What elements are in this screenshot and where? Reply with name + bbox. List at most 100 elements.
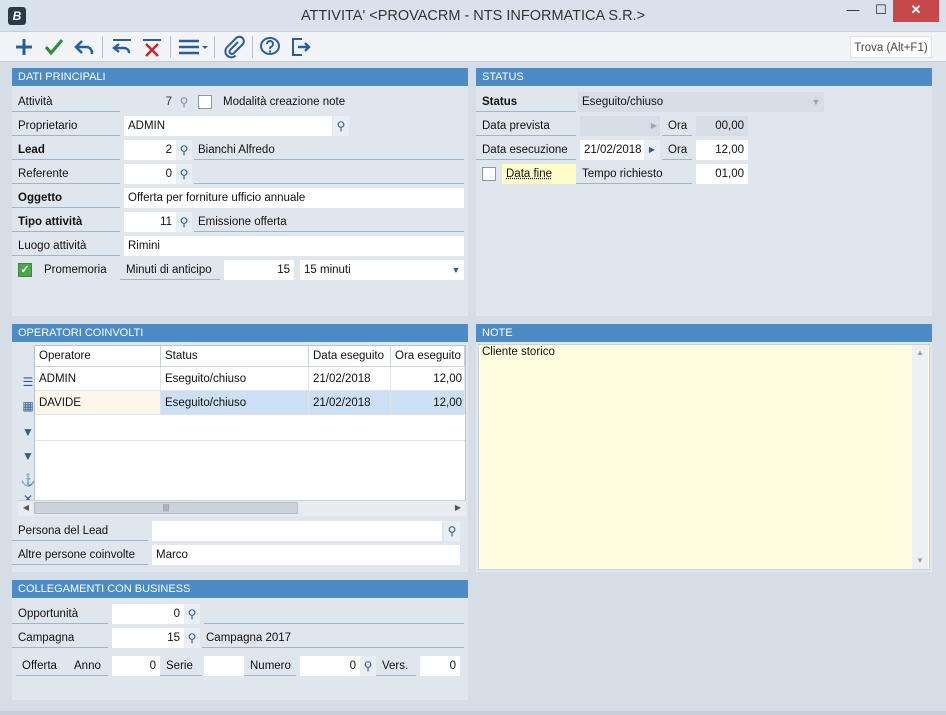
- data-esecuzione-field[interactable]: 21/02/2018: [580, 140, 644, 160]
- opportunita-desc-line: [204, 623, 464, 624]
- campagna-desc: Campagna 2017: [202, 628, 464, 648]
- minuti-select[interactable]: 15 minuti: [300, 260, 464, 280]
- minuti-field[interactable]: 15: [224, 260, 294, 280]
- numero-field[interactable]: 0: [300, 656, 360, 676]
- opportunita-label: Opportunità: [12, 604, 108, 624]
- empty-row-line: [35, 440, 465, 441]
- plus-icon[interactable]: [12, 35, 36, 59]
- attivita-field: 7: [124, 92, 176, 112]
- column-header-data-eseguito[interactable]: Data eseguito: [309, 346, 391, 367]
- minuti-label: Minuti di anticipo: [120, 260, 220, 280]
- window-title: ATTIVITA' <PROVACRM - NTS INFORMATICA S.…: [300, 8, 646, 24]
- tipo-attivita-search-icon[interactable]: ⚲: [176, 212, 192, 232]
- undo-icon[interactable]: [110, 35, 134, 59]
- dati-principali-header: DATI PRINCIPALI: [12, 68, 468, 86]
- check-icon[interactable]: [42, 35, 66, 59]
- cell-status: Eseguito/chiuso: [161, 391, 309, 415]
- attachment-icon[interactable]: [222, 35, 246, 59]
- scrollbar-thumb[interactable]: |||: [34, 502, 298, 514]
- campagna-field[interactable]: 15: [112, 628, 184, 648]
- scroll-right-icon[interactable]: ▶: [452, 501, 464, 515]
- persona-lead-field[interactable]: [152, 521, 442, 541]
- luogo-field[interactable]: Rimini: [124, 236, 464, 256]
- modalita-checkbox[interactable]: [198, 95, 212, 109]
- column-header-ora-eseguito[interactable]: Ora eseguito: [391, 346, 465, 367]
- tipo-attivita-label: Tipo attività: [12, 212, 120, 232]
- exit-icon[interactable]: [288, 35, 312, 59]
- attivita-label: Attività: [12, 92, 120, 112]
- scroll-down-icon[interactable]: ▼: [912, 554, 928, 568]
- cell-data-eseguito: 21/02/2018: [309, 391, 391, 415]
- back-arrow-icon[interactable]: [72, 35, 96, 59]
- promemoria-checkbox[interactable]: ✓: [18, 263, 32, 277]
- vers-label: Vers.: [376, 656, 416, 676]
- lead-field[interactable]: 2: [124, 140, 176, 160]
- oggetto-field[interactable]: Offerta per forniture ufficio annuale: [124, 188, 464, 208]
- status-label: Status: [476, 92, 576, 112]
- referente-name-line: [194, 183, 464, 184]
- vers-field[interactable]: 0: [420, 656, 460, 676]
- anno-field[interactable]: 0: [112, 656, 160, 676]
- find-button[interactable]: Trova (Alt+F1): [850, 36, 932, 58]
- scroll-up-icon[interactable]: ▲: [912, 346, 928, 360]
- proprietario-search-icon[interactable]: ⚲: [333, 116, 349, 136]
- data-fine-label: Data fine: [502, 164, 576, 184]
- tipo-attivita-desc: Emissione offerta: [194, 212, 464, 232]
- ora-prevista-label: Ora: [662, 116, 692, 136]
- lead-name: Bianchi Alfredo: [194, 140, 464, 160]
- cell-ora-eseguito: 12,00: [391, 367, 465, 391]
- ora-esecuzione-label: Ora: [662, 140, 692, 160]
- cell-data-eseguito: 21/02/2018: [309, 367, 391, 391]
- menu-icon[interactable]: [176, 35, 210, 59]
- scroll-left-icon[interactable]: ◀: [20, 501, 32, 515]
- column-header-operatore[interactable]: Operatore: [35, 346, 161, 367]
- chevron-down-icon[interactable]: ▼: [448, 260, 464, 280]
- chevron-down-icon[interactable]: ▼: [808, 92, 824, 112]
- close-button[interactable]: ✕: [893, 0, 939, 22]
- cell-operatore: ADMIN: [35, 367, 161, 391]
- lead-search-icon[interactable]: ⚲: [176, 140, 192, 160]
- cell-ora-eseguito: 12,00: [391, 391, 465, 415]
- opportunita-search-icon[interactable]: ⚲: [184, 604, 200, 624]
- modalita-label: Modalità creazione note: [223, 96, 346, 108]
- column-header-status[interactable]: Status: [161, 346, 309, 367]
- delete-icon[interactable]: [140, 35, 164, 59]
- data-prevista-label: Data prevista: [476, 116, 576, 136]
- numero-label: Numero: [244, 656, 296, 676]
- campagna-search-icon[interactable]: ⚲: [184, 628, 200, 648]
- business-header: COLLEGAMENTI CON BUSINESS: [12, 580, 468, 598]
- numero-search-icon[interactable]: ⚲: [360, 656, 376, 676]
- campagna-label: Campagna: [12, 628, 108, 648]
- serie-field[interactable]: [204, 656, 244, 676]
- opportunita-field[interactable]: 0: [112, 604, 184, 624]
- window-bottom-border: [0, 711, 946, 715]
- persona-lead-label: Persona del Lead: [12, 521, 148, 541]
- ora-esecuzione-field[interactable]: 12,00: [696, 140, 748, 160]
- anno-label: Anno: [68, 656, 108, 676]
- luogo-label: Luogo attività: [12, 236, 120, 256]
- ora-prevista-field: 00,00: [696, 116, 748, 136]
- proprietario-label: Proprietario: [12, 116, 120, 136]
- tempo-richiesto-field[interactable]: 01,00: [696, 164, 748, 184]
- tipo-attivita-field[interactable]: 11: [124, 212, 176, 232]
- referente-field[interactable]: 0: [124, 164, 176, 184]
- proprietario-field[interactable]: ADMIN: [124, 116, 332, 136]
- toolbar-separator: [252, 36, 253, 58]
- referente-search-icon[interactable]: ⚲: [176, 164, 192, 184]
- toolbar-separator: [214, 36, 215, 58]
- calendar-chevron-icon[interactable]: ▶: [644, 140, 660, 160]
- persona-lead-search-icon[interactable]: ⚲: [444, 521, 460, 541]
- status-select[interactable]: Eseguito/chiuso: [578, 92, 824, 112]
- data-fine-checkbox[interactable]: [482, 167, 496, 181]
- note-text: Cliente storico: [482, 346, 555, 358]
- tempo-richiesto-label: Tempo richiesto: [576, 164, 692, 184]
- vertical-scrollbar[interactable]: [912, 345, 928, 569]
- altre-persone-field[interactable]: Marco: [152, 545, 460, 565]
- referente-label: Referente: [12, 164, 120, 184]
- note-header: NOTE: [476, 324, 932, 342]
- help-icon[interactable]: [258, 35, 282, 59]
- status-header: STATUS: [476, 68, 932, 86]
- altre-persone-label: Altre persone coinvolte: [12, 545, 148, 565]
- promemoria-label: Promemoria: [44, 264, 107, 276]
- note-textarea[interactable]: [478, 344, 930, 570]
